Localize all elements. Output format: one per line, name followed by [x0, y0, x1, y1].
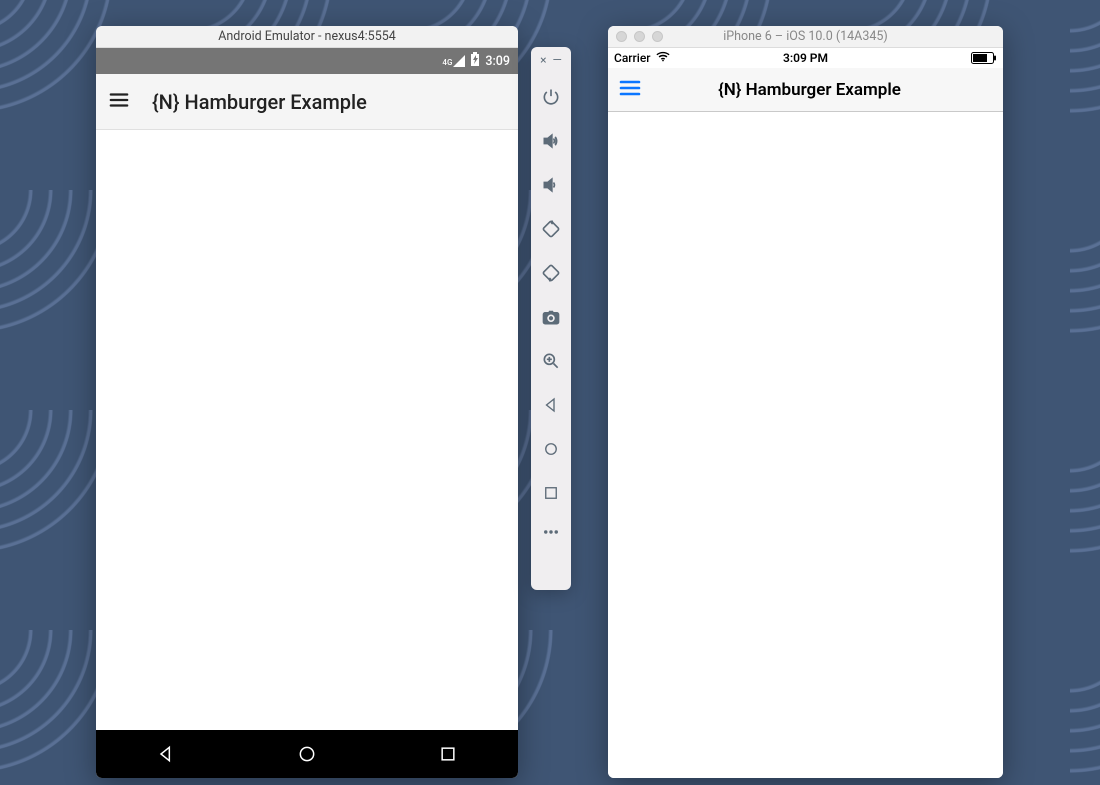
android-app-content[interactable]	[96, 130, 518, 730]
more-options-button[interactable]	[531, 515, 571, 549]
status-clock: 3:09	[485, 54, 510, 69]
app-title: {N} Hamburger Example	[626, 80, 993, 100]
panel-minimize-button[interactable]: —	[553, 53, 562, 67]
ios-window-title: iPhone 6 – iOS 10.0 (14A345)	[723, 29, 888, 44]
window-traffic-lights[interactable]	[616, 31, 663, 42]
android-window-titlebar[interactable]: Android Emulator - nexus4:5554	[96, 26, 518, 48]
ios-navigation-bar: {N} Hamburger Example	[608, 68, 1003, 112]
carrier-label: Carrier	[614, 51, 651, 65]
android-window-title: Android Emulator - nexus4:5554	[218, 29, 396, 44]
ios-window-titlebar[interactable]: iPhone 6 – iOS 10.0 (14A345)	[608, 26, 1003, 48]
volume-down-button[interactable]	[531, 163, 571, 207]
android-device-screen: 4G 3:09 {N} Hamburger Example	[96, 48, 518, 778]
screenshot-button[interactable]	[531, 295, 571, 339]
power-button[interactable]	[531, 75, 571, 119]
app-title: {N} Hamburger Example	[152, 90, 367, 114]
back-button[interactable]	[156, 744, 176, 764]
panel-close-button[interactable]: ×	[540, 53, 546, 67]
ios-status-bar: Carrier 3:09 PM	[608, 48, 1003, 68]
battery-icon	[470, 52, 480, 70]
emulator-tool-panel: × —	[531, 47, 571, 590]
android-system-nav-bar	[96, 730, 518, 778]
zoom-button[interactable]	[531, 339, 571, 383]
android-action-bar: {N} Hamburger Example	[96, 74, 518, 130]
nav-overview-button[interactable]	[531, 471, 571, 515]
android-emulator-window: Android Emulator - nexus4:5554 4G 3:09 {…	[96, 26, 518, 778]
cellular-signal-icon: 4G	[442, 55, 465, 67]
wifi-icon	[656, 51, 670, 65]
nav-back-button[interactable]	[531, 383, 571, 427]
overview-button[interactable]	[438, 744, 458, 764]
volume-up-button[interactable]	[531, 119, 571, 163]
battery-icon	[971, 52, 997, 64]
ios-device-screen: Carrier 3:09 PM {N} Hamburger Example	[608, 48, 1003, 778]
ios-simulator-window: iPhone 6 – iOS 10.0 (14A345) Carrier 3:0…	[608, 26, 1003, 778]
rotate-right-button[interactable]	[531, 251, 571, 295]
status-clock: 3:09 PM	[783, 51, 828, 65]
rotate-left-button[interactable]	[531, 207, 571, 251]
ios-app-content[interactable]	[608, 112, 1003, 778]
hamburger-menu-icon[interactable]	[108, 89, 130, 115]
home-button[interactable]	[297, 744, 317, 764]
android-status-bar: 4G 3:09	[96, 48, 518, 74]
nav-home-button[interactable]	[531, 427, 571, 471]
